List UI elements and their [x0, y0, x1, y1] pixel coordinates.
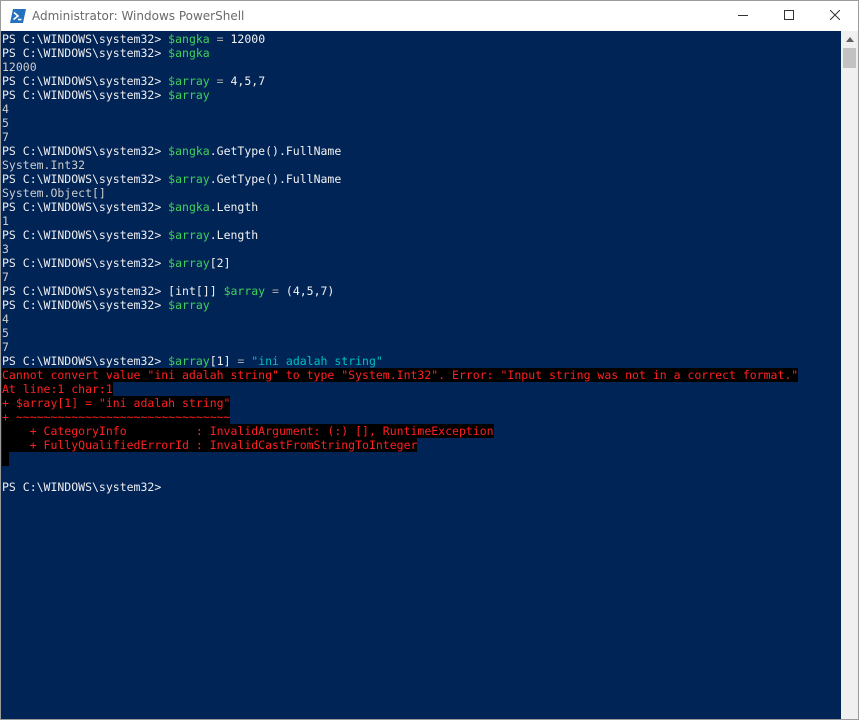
command-token: .Length: [209, 228, 259, 242]
command-token: .GetType().FullName: [209, 172, 342, 186]
command-token: [2]: [209, 256, 231, 270]
prompt-text: PS C:\WINDOWS\system32>: [2, 228, 169, 242]
output-line: 5: [2, 326, 9, 340]
command-token: $angka: [168, 32, 210, 46]
prompt-text: PS C:\WINDOWS\system32>: [2, 172, 169, 186]
command-token: .GetType().FullName: [209, 144, 342, 158]
prompt-text: PS C:\WINDOWS\system32>: [2, 480, 169, 494]
command-token: [int[]]: [168, 284, 224, 298]
error-text: + $array[1] = "ini adalah string": [2, 396, 231, 410]
command-token: $angka: [168, 200, 210, 214]
maximize-icon: [784, 7, 794, 25]
window-controls: [720, 1, 858, 31]
command-token: $array: [168, 228, 210, 242]
command-token: $array: [168, 88, 210, 102]
output-line: 4: [2, 312, 9, 326]
command-token: =: [265, 284, 286, 298]
command-token: $angka: [168, 46, 210, 60]
output-line: System.Int32: [2, 158, 86, 172]
command-token: $angka: [168, 144, 210, 158]
prompt-text: PS C:\WINDOWS\system32>: [2, 354, 169, 368]
output-line: 7: [2, 270, 9, 284]
prompt-text: PS C:\WINDOWS\system32>: [2, 284, 169, 298]
command-token: $array: [168, 74, 210, 88]
error-line: At line:1 char:1: [1, 382, 842, 396]
prompt-line: PS C:\WINDOWS\system32> $array[2]: [1, 256, 842, 270]
prompt-text: PS C:\WINDOWS\system32>: [2, 46, 169, 60]
error-line: + FullyQualifiedErrorId : InvalidCastFro…: [1, 438, 842, 452]
prompt-text: PS C:\WINDOWS\system32>: [2, 144, 169, 158]
command-token: [1]: [209, 354, 231, 368]
error-text: Cannot convert value "ini adalah string"…: [2, 368, 799, 382]
command-token: "ini adalah string": [251, 354, 383, 368]
command-token: =: [209, 32, 231, 46]
command-token: $array: [168, 354, 210, 368]
error-line: + $array[1] = "ini adalah string": [1, 396, 842, 410]
prompt-line: PS C:\WINDOWS\system32>: [1, 480, 842, 494]
command-token: $array: [168, 256, 210, 270]
powershell-icon: [10, 8, 26, 24]
error-text: + ~~~~~~~~~~~~~~~~~~~~~~~~~~~~~~~: [2, 410, 231, 424]
prompt-line: PS C:\WINDOWS\system32> $angka: [1, 46, 842, 60]
error-text: At line:1 char:1: [2, 382, 113, 396]
maximize-button[interactable]: [766, 1, 812, 31]
console-output[interactable]: PS C:\WINDOWS\system32> $angka = 12000 PS…: [1, 31, 842, 719]
command-token: (4,5,7): [285, 284, 335, 298]
prompt-line: PS C:\WINDOWS\system32> $array.GetType()…: [1, 172, 842, 186]
prompt-line: PS C:\WINDOWS\system32> $angka.GetType()…: [1, 144, 842, 158]
window-title: Administrator: Windows PowerShell: [32, 9, 245, 23]
command-token: =: [209, 74, 231, 88]
output-line: 7: [2, 340, 9, 354]
error-line: [1, 452, 842, 466]
error-line: Cannot convert value "ini adalah string"…: [1, 368, 842, 382]
prompt-text: PS C:\WINDOWS\system32>: [2, 298, 169, 312]
prompt-text: PS C:\WINDOWS\system32>: [2, 200, 169, 214]
command-token: .Length: [209, 200, 259, 214]
prompt-text: PS C:\WINDOWS\system32>: [2, 256, 169, 270]
error-line: + ~~~~~~~~~~~~~~~~~~~~~~~~~~~~~~~: [1, 410, 842, 424]
command-token: =: [230, 354, 252, 368]
prompt-line: PS C:\WINDOWS\system32> $array[1] = "ini…: [1, 354, 842, 368]
output-line: 5: [2, 116, 9, 130]
prompt-line: PS C:\WINDOWS\system32> $angka.Length: [1, 200, 842, 214]
scroll-up-arrow-icon[interactable]: [841, 31, 858, 48]
error-text: + FullyQualifiedErrorId : InvalidCastFro…: [2, 438, 418, 452]
error-text: + CategoryInfo : InvalidArgument: (:) []…: [2, 424, 494, 438]
command-token: 12000: [230, 32, 266, 46]
prompt-line: PS C:\WINDOWS\system32> $array: [1, 298, 842, 312]
output-line: System.Object[]: [2, 186, 106, 200]
minimize-button[interactable]: [720, 1, 766, 31]
close-button[interactable]: [812, 1, 858, 31]
prompt-text: PS C:\WINDOWS\system32>: [2, 32, 169, 46]
command-token: 4,5,7: [230, 74, 266, 88]
prompt-line: PS C:\WINDOWS\system32> $array = 4,5,7: [1, 74, 842, 88]
output-line: 7: [2, 130, 9, 144]
prompt-line: PS C:\WINDOWS\system32> [int[]] $array =…: [1, 284, 842, 298]
command-token: $array: [168, 298, 210, 312]
output-line: 4: [2, 102, 9, 116]
output-line: 1: [2, 214, 9, 228]
prompt-text: PS C:\WINDOWS\system32>: [2, 88, 169, 102]
prompt-line: PS C:\WINDOWS\system32> $angka = 12000: [1, 32, 842, 46]
close-icon: [829, 7, 841, 25]
vertical-scrollbar[interactable]: [841, 31, 858, 719]
command-token: $array: [168, 172, 210, 186]
output-line: 3: [2, 242, 9, 256]
error-line: + CategoryInfo : InvalidArgument: (:) []…: [1, 424, 842, 438]
prompt-line: PS C:\WINDOWS\system32> $array: [1, 88, 842, 102]
title-bar[interactable]: Administrator: Windows PowerShell: [1, 1, 858, 31]
powershell-window: Administrator: Windows PowerShell PS C:\…: [0, 0, 859, 720]
prompt-text: PS C:\WINDOWS\system32>: [2, 74, 169, 88]
minimize-icon: [738, 7, 748, 25]
prompt-line: PS C:\WINDOWS\system32> $array.Length: [1, 228, 842, 242]
scrollbar-thumb[interactable]: [843, 48, 856, 68]
command-token: $array: [223, 284, 266, 298]
output-line: 12000: [2, 60, 37, 74]
error-text: [2, 452, 9, 466]
